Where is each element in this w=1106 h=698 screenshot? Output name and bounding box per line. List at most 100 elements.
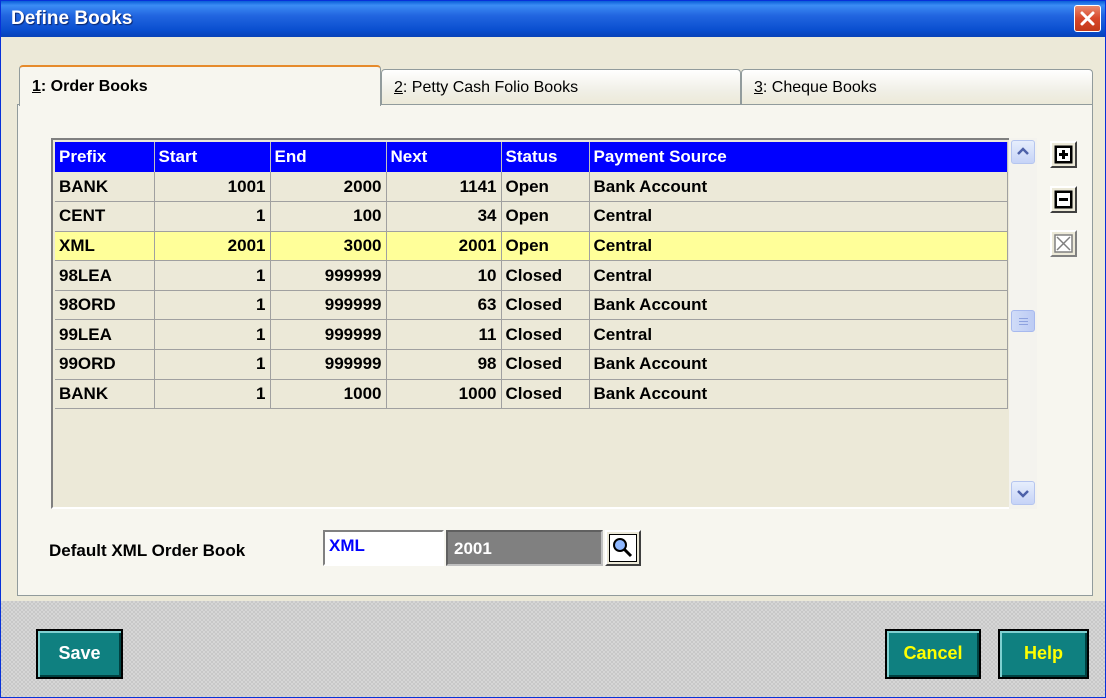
cell-prefix: 98ORD <box>55 290 155 321</box>
scroll-grip-line <box>1019 318 1028 319</box>
cell-status: Closed <box>501 319 590 351</box>
scroll-grip-line <box>1019 321 1028 322</box>
scroll-up-button[interactable] <box>1011 140 1035 164</box>
books-table: Prefix Start End Next Status Payment Sou… <box>55 142 1008 410</box>
chevron-up-icon <box>1017 147 1029 155</box>
table-row-selected[interactable]: XML 2001 3000 2001 Open Central <box>55 231 1008 262</box>
tab-order-books-key: 1 <box>32 78 41 95</box>
default-xml-order-book-input[interactable]: XML <box>323 530 444 566</box>
table-row[interactable]: 99LEA 1 999999 11 Closed Central <box>55 319 1008 351</box>
close-button[interactable] <box>1074 5 1101 32</box>
tab-petty-cash-folio-books[interactable]: 2: Petty Cash Folio Books <box>381 69 741 105</box>
cell-next: 1000 <box>386 379 502 410</box>
order-books-grid[interactable]: Prefix Start End Next Status Payment Sou… <box>51 138 1019 509</box>
cell-status: Closed <box>501 260 590 291</box>
table-row[interactable]: BANK 1001 2000 1141 Open Bank Account <box>55 172 1008 203</box>
column-header-next[interactable]: Next <box>386 142 502 172</box>
cell-prefix: 99LEA <box>55 319 155 351</box>
cell-prefix: BANK <box>55 379 155 410</box>
add-book-button[interactable] <box>1050 141 1077 168</box>
cell-payment-source: Central <box>589 319 1008 351</box>
cancel-button[interactable]: Cancel <box>885 629 981 679</box>
cell-start: 1 <box>154 349 271 380</box>
cell-end: 999999 <box>270 290 387 321</box>
table-row[interactable]: 98LEA 1 999999 10 Closed Central <box>55 260 1008 291</box>
column-header-payment-source[interactable]: Payment Source <box>589 142 1008 172</box>
tab-cheque-books[interactable]: 3: Cheque Books <box>741 69 1093 105</box>
remove-book-button[interactable] <box>1050 186 1077 213</box>
save-button[interactable]: Save <box>36 629 123 679</box>
column-header-status[interactable]: Status <box>501 142 590 172</box>
scroll-grip-line <box>1019 324 1028 325</box>
column-header-prefix[interactable]: Prefix <box>55 142 155 172</box>
table-row[interactable]: BANK 1 1000 1000 Closed Bank Account <box>55 379 1008 410</box>
cell-payment-source: Bank Account <box>589 349 1008 380</box>
cell-start: 1 <box>154 290 271 321</box>
default-xml-order-book-number: 2001 <box>446 530 603 566</box>
cell-next: 2001 <box>386 231 502 262</box>
cell-payment-source: Central <box>589 260 1008 291</box>
table-header-row: Prefix Start End Next Status Payment Sou… <box>55 142 1008 172</box>
default-xml-order-book-label: Default XML Order Book <box>49 541 246 560</box>
magnifier-icon <box>609 534 637 562</box>
cell-status: Closed <box>501 379 590 410</box>
delete-book-button[interactable] <box>1050 230 1077 257</box>
cross-box-icon <box>1054 234 1073 253</box>
tab-petty-cash-key: 2 <box>394 79 403 96</box>
tab-cheque-books-label: : Cheque Books <box>762 79 877 96</box>
cell-prefix: BANK <box>55 172 155 203</box>
tab-petty-cash-label: : Petty Cash Folio Books <box>402 79 579 96</box>
save-button-label: Save <box>58 643 101 663</box>
cell-prefix: XML <box>55 231 155 262</box>
cell-payment-source: Central <box>589 201 1008 232</box>
table-row[interactable]: 98ORD 1 999999 63 Closed Bank Account <box>55 290 1008 321</box>
close-icon <box>1080 11 1095 26</box>
grid-vertical-scrollbar[interactable] <box>1009 138 1037 509</box>
plus-icon <box>1054 145 1073 164</box>
title-bar[interactable]: Define Books <box>1 1 1105 37</box>
cell-end: 999999 <box>270 349 387 380</box>
cell-end: 2000 <box>270 172 387 203</box>
cell-end: 100 <box>270 201 387 232</box>
scroll-thumb[interactable] <box>1011 310 1035 332</box>
minus-icon <box>1054 190 1073 209</box>
cell-next: 63 <box>386 290 502 321</box>
cell-start: 1 <box>154 319 271 351</box>
tab-order-books[interactable]: 1: Order Books <box>19 65 381 106</box>
cell-start: 1001 <box>154 172 271 203</box>
cell-status: Open <box>501 172 590 203</box>
help-button-label: Help <box>1023 643 1063 663</box>
cell-next: 11 <box>386 319 502 351</box>
cell-prefix: CENT <box>55 201 155 232</box>
cell-end: 999999 <box>270 319 387 351</box>
scroll-down-button[interactable] <box>1011 481 1035 505</box>
table-row[interactable]: 99ORD 1 999999 98 Closed Bank Account <box>55 349 1008 380</box>
column-header-end[interactable]: End <box>270 142 387 172</box>
cell-payment-source: Bank Account <box>589 290 1008 321</box>
tab-cheque-books-key: 3 <box>754 79 763 96</box>
cell-status: Closed <box>501 290 590 321</box>
cell-start: 2001 <box>154 231 271 262</box>
table-row[interactable]: CENT 1 100 34 Open Central <box>55 201 1008 232</box>
lookup-button[interactable] <box>605 530 641 566</box>
cell-status: Open <box>501 201 590 232</box>
window-title: Define Books <box>11 8 133 29</box>
cell-next: 10 <box>386 260 502 291</box>
cell-status: Open <box>501 231 590 262</box>
cell-end: 3000 <box>270 231 387 262</box>
define-books-window: Define Books 1: Order Books 2: Petty Cas… <box>0 0 1106 698</box>
cell-end: 1000 <box>270 379 387 410</box>
cell-next: 1141 <box>386 172 502 203</box>
help-button[interactable]: Help <box>998 629 1089 679</box>
tab-order-books-label: : Order Books <box>40 78 148 95</box>
cell-payment-source: Central <box>589 231 1008 262</box>
chevron-down-icon <box>1017 490 1029 498</box>
column-header-start[interactable]: Start <box>154 142 271 172</box>
cell-end: 999999 <box>270 260 387 291</box>
cell-prefix: 99ORD <box>55 349 155 380</box>
cell-prefix: 98LEA <box>55 260 155 291</box>
cell-next: 34 <box>386 201 502 232</box>
cell-start: 1 <box>154 201 271 232</box>
cell-start: 1 <box>154 379 271 410</box>
cell-status: Closed <box>501 349 590 380</box>
